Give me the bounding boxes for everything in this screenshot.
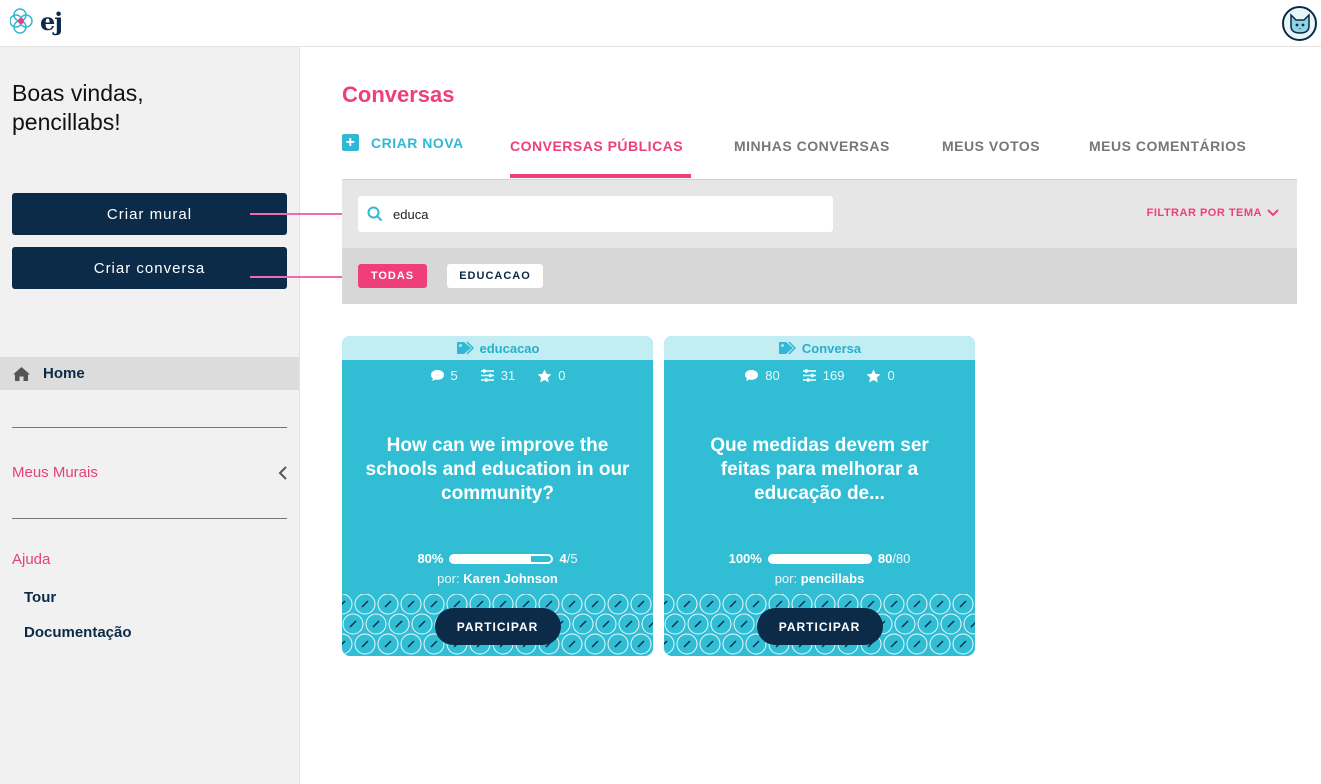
sidebar-item-label: Home xyxy=(43,365,85,382)
progress-count: 80/80 xyxy=(878,551,911,566)
card-tag[interactable]: educacao xyxy=(342,336,653,360)
progress-percent: 80% xyxy=(417,551,444,566)
comments-count: 80 xyxy=(765,368,780,383)
votes-count: 169 xyxy=(822,368,845,383)
chevron-left-icon[interactable] xyxy=(278,465,288,481)
conversation-tabs: + CRIAR NOVA CONVERSAS PÚBLICAS MINHAS C… xyxy=(342,128,1297,180)
progress-total: /5 xyxy=(566,551,578,566)
comment-icon xyxy=(430,370,444,381)
welcome-line-1: Boas vindas, xyxy=(12,80,144,106)
user-avatar[interactable] xyxy=(1282,6,1317,41)
home-icon xyxy=(13,366,30,381)
progress-done: 4 xyxy=(559,551,567,566)
sidebar-help-heading: Ajuda xyxy=(12,551,51,568)
tab-my-votes[interactable]: MEUS VOTOS xyxy=(942,138,1040,154)
sidebar-item-tour[interactable]: Tour xyxy=(24,589,56,606)
favorites-stat: 0 xyxy=(537,368,565,383)
progress-done: 80 xyxy=(877,551,893,566)
author-prefix: por: xyxy=(437,571,460,586)
votes-count: 31 xyxy=(500,368,516,383)
tab-create-new[interactable]: + CRIAR NOVA xyxy=(342,134,464,151)
participate-button[interactable]: PARTICIPAR xyxy=(434,608,561,645)
create-conversation-button[interactable]: Criar conversa xyxy=(12,247,287,289)
conversation-card[interactable]: educacao 5 31 0 How can we improve the s… xyxy=(342,336,653,656)
card-tag-label: Conversa xyxy=(801,340,862,356)
chip-all[interactable]: TODAS xyxy=(358,264,427,288)
progress-total: /80 xyxy=(892,551,911,566)
card-tag[interactable]: Conversa xyxy=(664,336,975,360)
welcome-message: Boas vindas, pencillabs! xyxy=(12,79,144,137)
search-box xyxy=(358,196,833,232)
divider xyxy=(12,518,287,519)
comments-stat: 5 xyxy=(430,368,458,383)
comments-count: 5 xyxy=(450,368,458,383)
tab-my-comments[interactable]: MEUS COMENTÁRIOS xyxy=(1089,138,1246,154)
tag-icon xyxy=(456,341,474,355)
search-input[interactable] xyxy=(393,206,793,222)
card-progress: 100% 80/80 xyxy=(664,551,975,566)
conversation-card[interactable]: Conversa 80 169 0 Que medidas devem ser … xyxy=(664,336,975,656)
card-author: por: Karen Johnson xyxy=(342,571,653,586)
votes-stat: 169 xyxy=(802,368,845,383)
card-title[interactable]: Que medidas devem ser feitas para melhor… xyxy=(684,434,955,506)
sidebar-item-my-boards[interactable]: Meus Murais xyxy=(12,464,98,481)
author-name: Karen Johnson xyxy=(463,571,558,586)
card-stats: 5 31 0 xyxy=(342,368,653,383)
progress-percent: 100% xyxy=(728,551,762,566)
author-name: pencillabs xyxy=(800,571,865,586)
tag-icon xyxy=(778,341,796,355)
tab-public-conversations[interactable]: CONVERSAS PÚBLICAS xyxy=(510,138,683,154)
star-icon xyxy=(537,369,552,382)
cat-icon xyxy=(1289,12,1310,34)
progress-bar xyxy=(767,553,872,564)
filter-theme-label: FILTRAR POR TEMA xyxy=(1146,207,1262,219)
welcome-line-2: pencillabs! xyxy=(12,109,121,135)
card-progress: 80% 4/5 xyxy=(342,551,653,566)
sidebar: Boas vindas, pencillabs! Criar mural Cri… xyxy=(0,47,300,784)
create-board-button[interactable]: Criar mural xyxy=(12,193,287,235)
card-tag-label: educacao xyxy=(479,340,540,356)
comment-icon xyxy=(745,370,759,381)
favorites-count: 0 xyxy=(558,368,566,383)
star-icon xyxy=(867,369,881,382)
participate-button[interactable]: PARTICIPAR xyxy=(756,608,883,645)
progress-count: 4/5 xyxy=(559,551,577,566)
card-author: por: pencillabs xyxy=(664,571,975,586)
ej-logo[interactable]: ej xyxy=(10,6,63,36)
top-bar: ej xyxy=(0,0,1321,47)
search-icon xyxy=(367,206,383,222)
sidebar-item-docs[interactable]: Documentação xyxy=(24,624,132,641)
filter-bar: FILTRAR POR TEMA xyxy=(342,180,1297,248)
filter-by-theme-dropdown[interactable]: FILTRAR POR TEMA xyxy=(1147,207,1279,219)
sidebar-item-home[interactable]: Home xyxy=(0,357,299,390)
theme-chips: TODAS EDUCACAO xyxy=(342,248,1297,304)
sliders-icon xyxy=(802,369,816,382)
active-tab-indicator xyxy=(510,174,691,178)
progress-bar xyxy=(449,553,554,564)
favorites-stat: 0 xyxy=(866,368,895,383)
annotation-arrow xyxy=(250,208,354,220)
divider xyxy=(12,427,287,428)
card-title[interactable]: How can we improve the schools and educa… xyxy=(362,434,633,506)
logo-text: ej xyxy=(40,6,63,36)
chevron-down-icon xyxy=(1267,209,1279,217)
page-title: Conversas xyxy=(342,82,455,107)
tab-my-conversations[interactable]: MINHAS CONVERSAS xyxy=(734,138,890,154)
tab-label: CRIAR NOVA xyxy=(371,134,464,151)
author-prefix: por: xyxy=(774,571,798,586)
sliders-icon xyxy=(480,369,494,382)
comments-stat: 80 xyxy=(744,368,780,383)
card-stats: 80 169 0 xyxy=(664,368,975,383)
flower-logo-icon xyxy=(10,8,33,34)
chip-educacao[interactable]: EDUCACAO xyxy=(447,264,543,288)
annotation-arrow xyxy=(250,271,354,283)
favorites-count: 0 xyxy=(887,368,895,383)
votes-stat: 31 xyxy=(480,368,515,383)
plus-icon: + xyxy=(342,134,359,151)
progress-fill xyxy=(769,555,870,562)
progress-fill xyxy=(451,555,532,562)
